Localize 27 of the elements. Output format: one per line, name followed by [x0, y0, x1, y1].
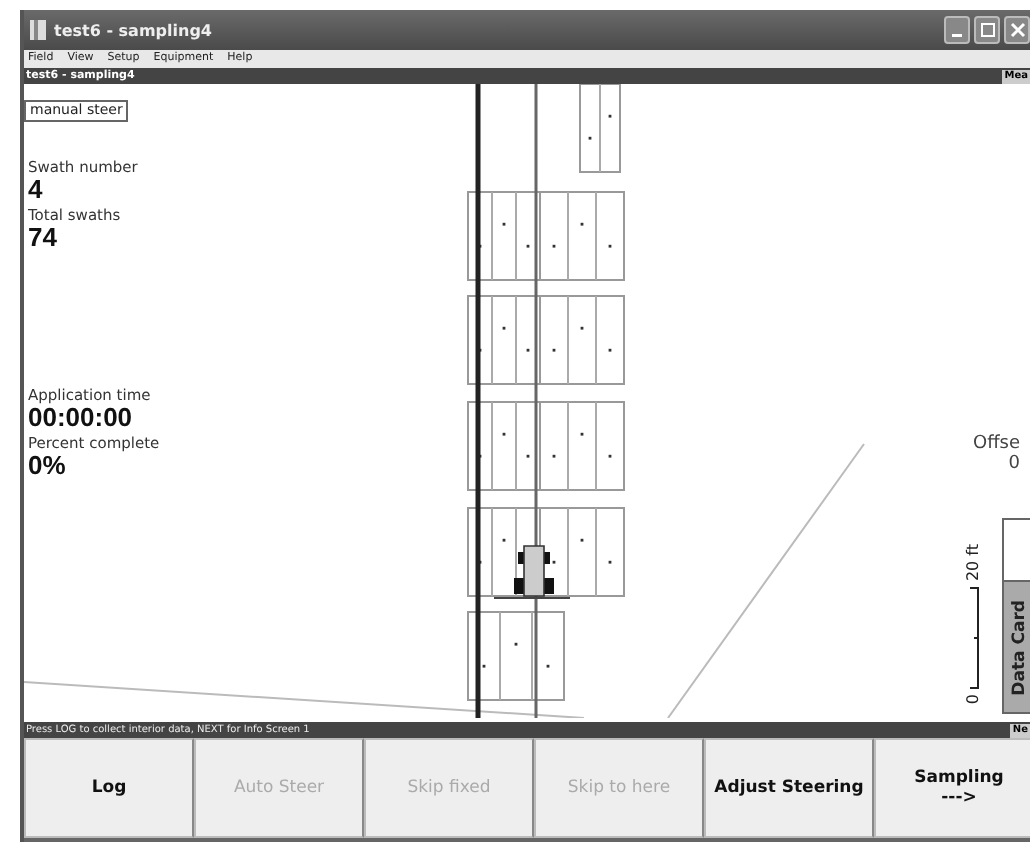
- close-icon: [1009, 22, 1025, 38]
- soft-key-button[interactable]: Adjust Steering: [704, 738, 874, 838]
- close-button[interactable]: [1004, 16, 1030, 44]
- swath-block: [539, 191, 625, 281]
- stat-value: 00:00:00: [28, 404, 135, 430]
- swath-block: [579, 84, 621, 173]
- maximize-icon: [979, 22, 995, 38]
- scale-bar: [967, 585, 979, 690]
- soft-key-button[interactable]: Sampling --->: [874, 738, 1030, 838]
- window-title: test6 - sampling4: [54, 21, 214, 39]
- data-card-tab[interactable]: Data Card: [1002, 582, 1030, 714]
- scale-label: 20 ft: [964, 544, 982, 582]
- stat-value: 4: [28, 176, 45, 202]
- maximize-button[interactable]: [974, 16, 1000, 44]
- window-icon: [30, 20, 46, 40]
- tractor-icon: [514, 545, 554, 597]
- offset-label: Offse: [970, 434, 1020, 454]
- swath-block: [539, 295, 625, 385]
- minimize-button[interactable]: [944, 16, 970, 44]
- swath-block: [467, 611, 565, 701]
- soft-key-button[interactable]: Log: [24, 738, 194, 838]
- scale-label: 0: [964, 693, 982, 704]
- offset-value: 0: [1006, 454, 1020, 474]
- stat-value: 74: [28, 224, 59, 250]
- stat-value: 0%: [28, 452, 68, 478]
- swath-block: [539, 401, 625, 491]
- swath-block: [539, 507, 625, 597]
